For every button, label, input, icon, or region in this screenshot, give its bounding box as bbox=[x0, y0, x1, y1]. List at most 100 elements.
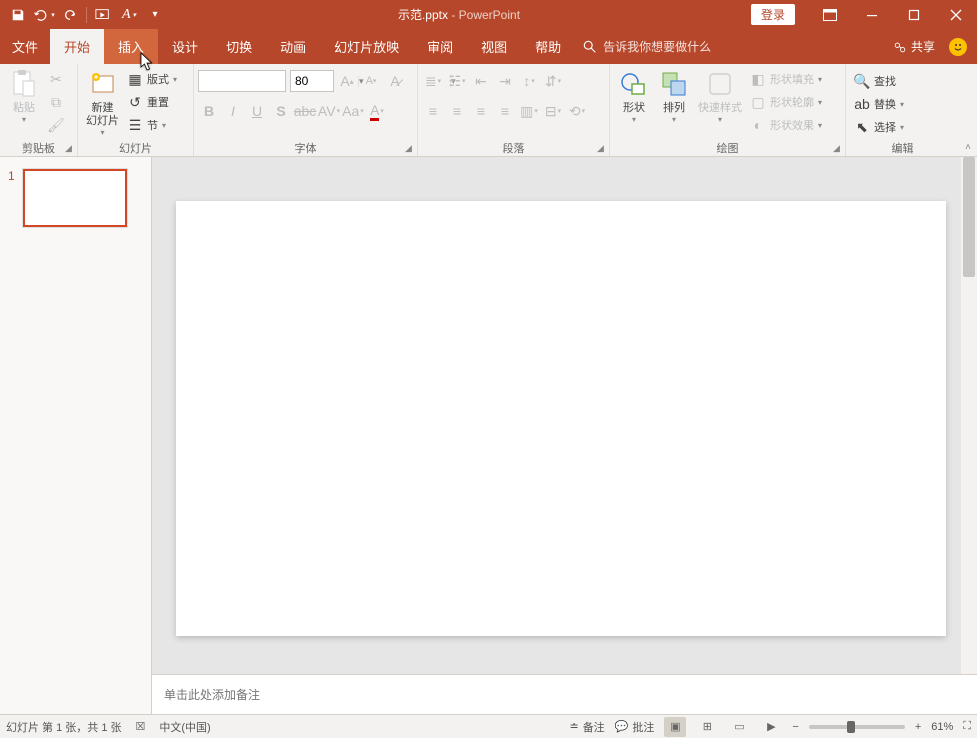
cut-button[interactable]: ✂ bbox=[44, 68, 68, 90]
underline-icon[interactable]: U bbox=[246, 100, 268, 122]
shadow-icon[interactable]: S bbox=[270, 100, 292, 122]
undo-icon[interactable]: ▾ bbox=[32, 3, 56, 27]
slide-sorter-view-icon[interactable]: ⊞ bbox=[696, 717, 718, 737]
maximize-button[interactable] bbox=[893, 0, 935, 29]
zoom-out-icon[interactable]: − bbox=[792, 721, 798, 733]
align-left-icon[interactable]: ≡ bbox=[422, 100, 444, 122]
slide-thumbnail-panel[interactable]: 1 bbox=[0, 157, 152, 714]
tab-review[interactable]: 审阅 bbox=[413, 29, 467, 64]
line-spacing-icon[interactable]: ↕▾ bbox=[518, 70, 540, 92]
align-text-icon[interactable]: ⊟▾ bbox=[542, 100, 564, 122]
tab-file[interactable]: 文件 bbox=[0, 29, 50, 64]
language-indicator[interactable]: 中文(中国) bbox=[159, 719, 210, 735]
font-size-combo[interactable]: ▾ bbox=[290, 70, 334, 92]
align-right-icon[interactable]: ≡ bbox=[470, 100, 492, 122]
comments-toggle[interactable]: 💬批注 bbox=[615, 719, 655, 735]
login-button[interactable]: 登录 bbox=[751, 4, 795, 25]
layout-button[interactable]: ▦版式▾ bbox=[123, 68, 181, 90]
align-center-icon[interactable]: ≡ bbox=[446, 100, 468, 122]
slide-thumbnail[interactable] bbox=[23, 169, 127, 227]
feedback-smiley-icon[interactable] bbox=[949, 38, 967, 56]
save-icon[interactable] bbox=[6, 3, 30, 27]
slideshow-view-icon[interactable]: ▶ bbox=[760, 717, 782, 737]
ribbon-display-options-icon[interactable] bbox=[809, 0, 851, 29]
reset-button[interactable]: ↺重置 bbox=[123, 91, 181, 113]
slide-canvas[interactable] bbox=[176, 201, 946, 636]
paste-button[interactable]: 粘贴 ▾ bbox=[4, 66, 44, 127]
normal-view-icon[interactable]: ▣ bbox=[664, 717, 686, 737]
document-name: 示范.pptx bbox=[398, 8, 448, 22]
shape-outline-button[interactable]: ▢形状轮廓▾ bbox=[746, 91, 826, 113]
share-button[interactable]: 共享 bbox=[893, 38, 935, 55]
clipboard-launcher-icon[interactable]: ◢ bbox=[62, 142, 75, 155]
columns-icon[interactable]: ▥▾ bbox=[518, 100, 540, 122]
drawing-launcher-icon[interactable]: ◢ bbox=[830, 142, 843, 155]
char-spacing-icon[interactable]: AV▾ bbox=[318, 100, 340, 122]
tab-help[interactable]: 帮助 bbox=[521, 29, 575, 64]
start-from-beginning-icon[interactable] bbox=[91, 3, 115, 27]
reading-view-icon[interactable]: ▭ bbox=[728, 717, 750, 737]
scrollbar-thumb[interactable] bbox=[963, 157, 975, 277]
zoom-in-icon[interactable]: + bbox=[915, 721, 921, 733]
bullets-icon[interactable]: ≣▾ bbox=[422, 70, 444, 92]
thumbnail-item[interactable]: 1 bbox=[0, 157, 151, 239]
shapes-icon bbox=[618, 68, 650, 100]
section-button[interactable]: ☰节▾ bbox=[123, 114, 181, 136]
notes-toggle[interactable]: ≐备注 bbox=[569, 719, 604, 735]
font-launcher-icon[interactable]: ◢ bbox=[402, 142, 415, 155]
vertical-scrollbar[interactable] bbox=[961, 157, 977, 674]
replace-button[interactable]: ab替换▾ bbox=[850, 93, 908, 115]
italic-icon[interactable]: I bbox=[222, 100, 244, 122]
bold-icon[interactable]: B bbox=[198, 100, 220, 122]
change-case-icon[interactable]: Aa▾ bbox=[342, 100, 364, 122]
qat-customize-icon[interactable]: ▾ bbox=[143, 3, 167, 27]
copy-button[interactable]: ⧉ bbox=[44, 91, 68, 113]
fit-to-window-icon[interactable]: ⛶ bbox=[963, 720, 971, 733]
increase-font-icon[interactable]: A▴ bbox=[336, 70, 358, 92]
text-direction-icon[interactable]: ⇵▾ bbox=[542, 70, 564, 92]
tab-transition[interactable]: 切换 bbox=[212, 29, 266, 64]
new-slide-icon bbox=[87, 68, 119, 100]
new-slide-button[interactable]: 新建 幻灯片 ▾ bbox=[82, 66, 123, 140]
select-button[interactable]: ⬉选择▾ bbox=[850, 116, 908, 138]
tab-view[interactable]: 视图 bbox=[467, 29, 521, 64]
tab-slideshow[interactable]: 幻灯片放映 bbox=[320, 29, 413, 64]
slide-canvas-viewport[interactable] bbox=[152, 157, 977, 674]
format-painter-button[interactable]: 🖌 bbox=[44, 114, 68, 136]
minimize-button[interactable] bbox=[851, 0, 893, 29]
increase-indent-icon[interactable]: ⇥ bbox=[494, 70, 516, 92]
accessibility-check-icon[interactable]: ☒ bbox=[136, 720, 146, 733]
find-button[interactable]: 🔍查找 bbox=[850, 70, 908, 92]
justify-icon[interactable]: ≡ bbox=[494, 100, 516, 122]
touch-mode-icon[interactable]: A▾ bbox=[117, 3, 141, 27]
tell-me-search[interactable]: 告诉我你想要做什么 bbox=[583, 29, 711, 64]
redo-icon[interactable] bbox=[58, 3, 82, 27]
tab-insert[interactable]: 插入 bbox=[104, 29, 158, 64]
paragraph-launcher-icon[interactable]: ◢ bbox=[594, 142, 607, 155]
shape-effects-button[interactable]: ◐形状效果▾ bbox=[746, 114, 826, 136]
smartart-convert-icon[interactable]: ⟲▾ bbox=[566, 100, 588, 122]
font-family-combo[interactable]: ▾ bbox=[198, 70, 286, 92]
zoom-level[interactable]: 61% bbox=[931, 721, 953, 733]
shape-fill-button[interactable]: ◧形状填充▾ bbox=[746, 68, 826, 90]
tab-animation[interactable]: 动画 bbox=[266, 29, 320, 64]
slide-indicator[interactable]: 幻灯片 第 1 张，共 1 张 bbox=[6, 719, 122, 735]
strikethrough-icon[interactable]: abc bbox=[294, 100, 316, 122]
quick-styles-button[interactable]: 快速样式▾ bbox=[694, 66, 746, 127]
new-slide-label: 新建 幻灯片 bbox=[86, 102, 119, 128]
close-button[interactable] bbox=[935, 0, 977, 29]
decrease-indent-icon[interactable]: ⇤ bbox=[470, 70, 492, 92]
tab-design[interactable]: 设计 bbox=[158, 29, 212, 64]
lightbulb-icon bbox=[583, 40, 597, 54]
numbering-icon[interactable]: ☷▾ bbox=[446, 70, 468, 92]
arrange-button[interactable]: 排列▾ bbox=[654, 66, 694, 127]
decrease-font-icon[interactable]: A▾ bbox=[360, 70, 382, 92]
font-color-icon[interactable]: A▾ bbox=[366, 100, 388, 122]
shapes-button[interactable]: 形状▾ bbox=[614, 66, 654, 127]
clear-formatting-icon[interactable]: A̷ bbox=[384, 70, 406, 92]
notes-pane[interactable]: 单击此处添加备注 bbox=[152, 674, 977, 714]
zoom-slider[interactable] bbox=[809, 725, 905, 729]
tab-home[interactable]: 开始 bbox=[50, 29, 104, 64]
collapse-ribbon-icon[interactable]: ˄ bbox=[959, 64, 977, 156]
zoom-slider-handle[interactable] bbox=[847, 721, 855, 733]
